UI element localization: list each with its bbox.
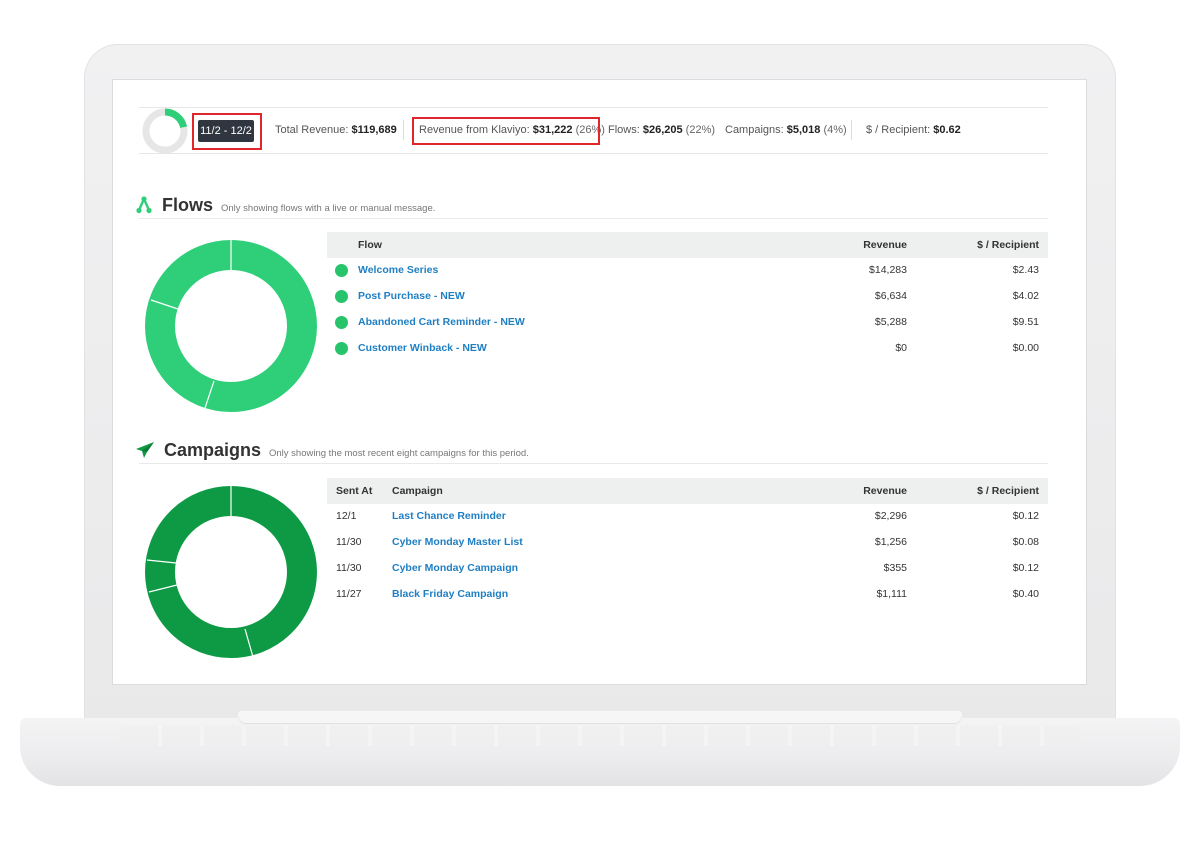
total-revenue-label: Total Revenue:	[275, 124, 349, 136]
campaign-link[interactable]: Black Friday Campaign	[392, 588, 508, 600]
summary-donut-icon	[142, 108, 188, 154]
paper-plane-icon	[136, 442, 154, 458]
campaigns-note: Only showing the most recent eight campa…	[269, 448, 529, 459]
campaign-sent-at: 11/30	[336, 536, 362, 548]
total-revenue-stat: Total Revenue: $119,689	[275, 124, 397, 136]
campaigns-title: Campaigns	[164, 440, 262, 460]
summary-top-rule	[139, 107, 1048, 108]
campaign-revenue: $1,256	[874, 536, 907, 548]
flows-stat-value: $26,205	[642, 124, 683, 136]
campaign-link[interactable]: Cyber Monday Master List	[392, 536, 523, 548]
campaigns-stat-label: Campaigns:	[725, 124, 784, 136]
klaviyo-revenue-highlight	[412, 117, 600, 145]
flow-link[interactable]: Welcome Series	[358, 264, 438, 276]
campaign-link[interactable]: Last Chance Reminder	[392, 510, 506, 522]
flow-revenue: $6,634	[874, 290, 907, 302]
per-recipient-value: $0.62	[933, 124, 961, 136]
flow-per-recipient: $2.43	[1012, 264, 1039, 276]
campaigns-stat: Campaigns: $5,018 (4%)	[725, 124, 847, 136]
date-range-highlight	[192, 113, 262, 150]
campaigns-col-campaign: Campaign	[392, 485, 443, 497]
campaign-revenue: $355	[883, 562, 907, 574]
per-recipient-label: $ / Recipient:	[866, 124, 931, 136]
campaigns-donut-chart	[145, 486, 317, 658]
stat-divider	[851, 120, 852, 140]
campaign-per-recipient: $0.12	[1012, 562, 1039, 574]
flow-revenue: $5,288	[874, 316, 907, 328]
campaigns-table-header: Sent At Campaign Revenue $ / Recipient	[327, 478, 1048, 504]
flow-link[interactable]: Post Purchase - NEW	[358, 290, 465, 302]
campaigns-col-sent-at: Sent At	[336, 485, 373, 497]
flow-status-dot	[335, 316, 348, 329]
summary-bottom-rule	[139, 153, 1048, 154]
campaigns-stat-value: $5,018	[786, 124, 821, 136]
total-revenue-value: $119,689	[351, 124, 397, 136]
campaign-link[interactable]: Cyber Monday Campaign	[392, 562, 518, 574]
flows-rule	[139, 218, 1048, 219]
flow-revenue: $0	[895, 342, 907, 354]
flows-table-header: Flow Revenue $ / Recipient	[327, 232, 1048, 258]
stat-divider	[403, 120, 404, 140]
campaign-sent-at: 11/27	[336, 588, 362, 600]
flows-donut-chart	[145, 240, 317, 412]
flows-col-revenue: Revenue	[863, 239, 907, 251]
laptop-keyboard	[120, 726, 1080, 746]
flows-network-icon	[136, 196, 152, 214]
campaign-revenue: $2,296	[874, 510, 907, 522]
campaign-per-recipient: $0.40	[1012, 588, 1039, 600]
flow-link[interactable]: Abandoned Cart Reminder - NEW	[358, 316, 525, 328]
flow-per-recipient: $4.02	[1012, 290, 1039, 302]
flows-note: Only showing flows with a live or manual…	[221, 203, 436, 214]
campaigns-col-revenue: Revenue	[863, 485, 907, 497]
flows-stat: Flows: $26,205 (22%)	[608, 124, 715, 136]
campaigns-rule	[139, 463, 1048, 464]
flow-per-recipient: $0.00	[1012, 342, 1039, 354]
campaign-sent-at: 11/30	[336, 562, 362, 574]
campaign-per-recipient: $0.12	[1012, 510, 1039, 522]
flows-col-flow: Flow	[358, 239, 382, 251]
flow-per-recipient: $9.51	[1012, 316, 1039, 328]
campaign-per-recipient: $0.08	[1012, 536, 1039, 548]
flow-revenue: $14,283	[869, 264, 907, 276]
flows-stat-label: Flows:	[608, 124, 640, 136]
campaign-revenue: $1,111	[876, 588, 907, 600]
laptop-hinge	[238, 711, 962, 723]
flow-status-dot	[335, 342, 348, 355]
flow-link[interactable]: Customer Winback - NEW	[358, 342, 487, 354]
flows-stat-pct: (22%)	[685, 124, 716, 136]
flow-status-dot	[335, 264, 348, 277]
campaigns-stat-pct: (4%)	[823, 124, 847, 136]
campaign-sent-at: 12/1	[336, 510, 357, 522]
laptop-screen: 11/2 - 12/2 Total Revenue: $119,689 Reve…	[113, 80, 1086, 684]
flows-title: Flows	[162, 195, 214, 215]
campaigns-col-per-recipient: $ / Recipient	[977, 485, 1039, 497]
per-recipient-stat: $ / Recipient: $0.62	[866, 124, 961, 136]
flows-col-per-recipient: $ / Recipient	[977, 239, 1039, 251]
flow-status-dot	[335, 290, 348, 303]
